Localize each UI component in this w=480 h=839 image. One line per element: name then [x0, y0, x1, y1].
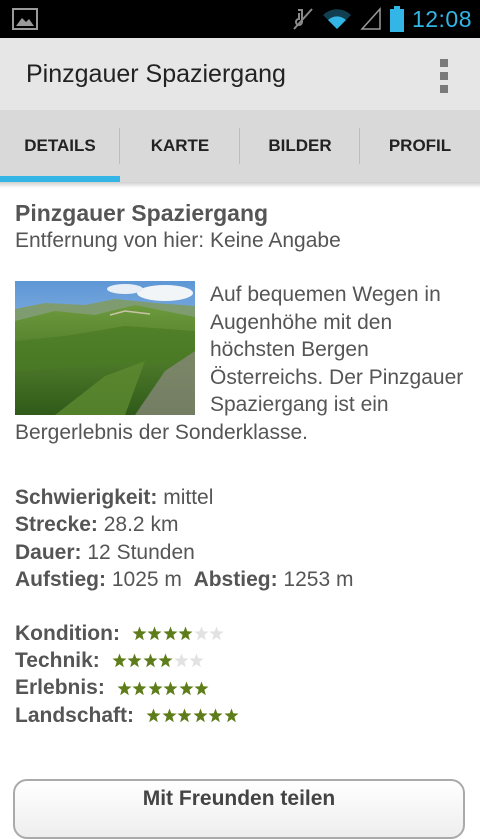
star-filled-icon	[112, 653, 127, 668]
descent-value: 1253 m	[283, 567, 354, 591]
route-value: 28.2 km	[103, 513, 179, 537]
difficulty-row: Schwierigkeit: mittel	[15, 484, 353, 511]
rating-row-landschaft: Landschaft:	[15, 702, 239, 729]
rating-label: Technik:	[15, 648, 100, 672]
star-filled-icon	[143, 653, 158, 668]
tour-stats: Schwierigkeit: mittel Strecke: 28.2 km D…	[15, 484, 353, 593]
tab-karte[interactable]: KARTE	[120, 110, 240, 182]
action-bar: Pinzgauer Spaziergang	[0, 38, 480, 110]
star-filled-icon	[194, 681, 209, 695]
star-filled-icon	[224, 708, 239, 723]
star-filled-icon	[163, 626, 178, 641]
star-empty-icon	[189, 653, 204, 668]
status-bar: 12:08	[0, 0, 480, 38]
difficulty-label: Schwierigkeit:	[15, 486, 158, 509]
star-filled-icon	[177, 708, 192, 723]
star-filled-icon	[163, 681, 178, 695]
star-rating	[117, 681, 210, 696]
star-filled-icon	[148, 681, 163, 695]
star-filled-icon	[208, 708, 223, 723]
star-rating	[132, 626, 225, 641]
rating-row-erlebnis: Erlebnis:	[15, 675, 239, 702]
duration-label: Dauer:	[15, 540, 82, 564]
star-filled-icon	[117, 681, 132, 695]
route-row: Strecke: 28.2 km	[15, 511, 353, 538]
signal-icon	[360, 7, 381, 30]
tour-title: Pinzgauer Spaziergang	[15, 200, 269, 226]
star-rating	[146, 708, 239, 723]
star-filled-icon	[193, 708, 208, 723]
clock: 12:08	[411, 5, 472, 32]
rating-row-kondition: Kondition:	[15, 620, 239, 647]
share-with-friends-button[interactable]: Mit Freunden teilen	[13, 779, 465, 839]
image-icon	[12, 8, 38, 30]
star-filled-icon	[178, 626, 193, 641]
tab-details[interactable]: DETAILS	[0, 110, 120, 182]
route-label: Strecke:	[15, 513, 98, 537]
star-filled-icon	[132, 681, 147, 695]
app-title: Pinzgauer Spaziergang	[26, 60, 286, 88]
ascent-label: Aufstieg:	[15, 567, 106, 591]
mute-icon	[293, 8, 313, 30]
duration-row: Dauer: 12 Stunden	[15, 539, 353, 566]
star-filled-icon	[147, 626, 162, 641]
star-empty-icon	[209, 626, 224, 641]
rating-label: Landschaft:	[15, 703, 135, 727]
overflow-menu-icon[interactable]	[438, 59, 450, 93]
battery-icon	[389, 6, 404, 32]
star-filled-icon	[132, 626, 147, 641]
star-filled-icon	[179, 681, 194, 695]
rating-label: Erlebnis:	[15, 676, 105, 700]
star-rating	[112, 653, 205, 668]
tab-bilder[interactable]: BILDER	[240, 110, 360, 182]
distance-text: Entfernung von hier: Keine Angabe	[15, 229, 341, 252]
tour-photo[interactable]	[15, 281, 195, 415]
tab-profil[interactable]: PROFIL	[360, 110, 480, 182]
details-content[interactable]: Pinzgauer Spaziergang Entfernung von hie…	[0, 188, 480, 839]
star-filled-icon	[127, 653, 142, 668]
star-filled-icon	[162, 708, 177, 723]
tab-bar: DETAILS KARTE BILDER PROFIL	[0, 110, 480, 183]
tab-label: DETAILS	[24, 136, 96, 155]
wifi-icon	[322, 9, 351, 29]
difficulty-value: mittel	[163, 486, 214, 509]
star-filled-icon	[146, 708, 161, 723]
ratings: Kondition: Technik: Erlebnis: Landschaft…	[15, 620, 239, 729]
tab-label: PROFIL	[388, 136, 452, 155]
duration-value: 12 Stunden	[87, 540, 195, 564]
tab-label: BILDER	[268, 136, 332, 155]
share-button-label: Mit Freunden teilen	[142, 787, 336, 810]
rating-row-technik: Technik:	[15, 647, 239, 674]
ascent-value: 1025 m	[111, 567, 182, 591]
elevation-row: Aufstieg: 1025 m Abstieg: 1253 m	[15, 566, 353, 593]
star-empty-icon	[174, 653, 189, 668]
star-empty-icon	[194, 626, 209, 641]
tab-label: KARTE	[150, 136, 210, 155]
rating-label: Kondition:	[15, 621, 120, 645]
star-filled-icon	[158, 653, 173, 668]
descent-label: Abstieg:	[193, 567, 278, 591]
